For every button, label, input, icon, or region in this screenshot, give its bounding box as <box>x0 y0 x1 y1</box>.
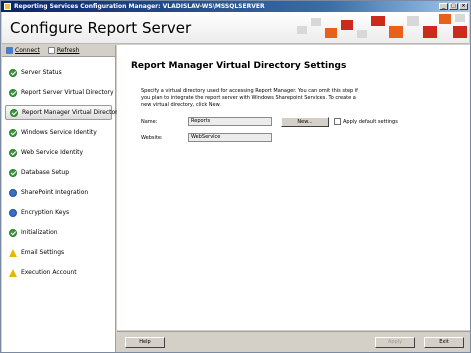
sidebar-item-label: Database Setup <box>21 169 69 176</box>
warning-icon <box>9 248 17 257</box>
sidebar-item-windows-service-identity[interactable]: Windows Service Identity <box>5 125 112 140</box>
sidebar-item-label: Initialization <box>21 229 58 236</box>
apply-button[interactable]: Apply <box>375 337 415 348</box>
section-description: Specify a virtual directory used for acc… <box>141 88 358 108</box>
new-button[interactable]: New... <box>281 117 329 127</box>
check-icon <box>9 68 17 77</box>
check-icon <box>9 128 17 137</box>
name-label: Name: <box>141 119 158 125</box>
content-panel: Report Manager Virtual Directory Setting… <box>117 45 470 330</box>
exit-button[interactable]: Exit <box>424 337 464 348</box>
sidebar-item-report-server-virtual-directory[interactable]: Report Server Virtual Directory <box>5 85 114 100</box>
website-field[interactable]: WebService <box>188 133 272 142</box>
sidebar-item-report-manager-virtual-directory[interactable]: Report Manager Virtual Directory <box>5 105 121 120</box>
refresh-button[interactable]: Refresh <box>47 47 80 54</box>
sidebar: Connect Refresh Server Status Report Ser… <box>2 45 121 352</box>
sidebar-item-label: SharePoint Integration <box>21 189 89 196</box>
apply-default-checkbox[interactable] <box>334 118 341 125</box>
sidebar-item-label: Report Server Virtual Directory <box>21 89 114 96</box>
app-window: Reporting Services Configuration Manager… <box>0 0 471 353</box>
app-icon <box>4 3 11 10</box>
check-icon <box>9 148 17 157</box>
sidebar-item-email-settings[interactable]: Email Settings <box>5 245 112 260</box>
sidebar-item-label: Server Status <box>21 69 62 76</box>
sidebar-item-label: Email Settings <box>21 249 65 256</box>
section-heading: Report Manager Virtual Directory Setting… <box>131 61 347 71</box>
window-title: Reporting Services Configuration Manager… <box>14 3 265 10</box>
sidebar-item-database-setup[interactable]: Database Setup <box>5 165 112 180</box>
connect-label: Connect <box>15 47 40 54</box>
refresh-icon <box>47 47 55 54</box>
check-icon <box>9 228 17 237</box>
sidebar-item-web-service-identity[interactable]: Web Service Identity <box>5 145 112 160</box>
info-icon <box>9 188 17 197</box>
website-label: Website: <box>141 135 163 141</box>
check-icon <box>9 88 17 97</box>
info-icon <box>9 208 17 217</box>
check-icon <box>10 108 18 117</box>
maximize-button[interactable]: □ <box>449 3 458 10</box>
sidebar-item-execution-account[interactable]: Execution Account <box>5 265 112 280</box>
refresh-label: Refresh <box>56 47 80 54</box>
warning-icon <box>9 268 17 277</box>
sidebar-item-server-status[interactable]: Server Status <box>5 65 112 80</box>
sidebar-item-sharepoint-integration[interactable]: SharePoint Integration <box>5 185 112 200</box>
page-title: Configure Report Server <box>10 19 192 37</box>
connect-icon <box>6 47 13 54</box>
footer-bar: Help Apply Exit <box>117 331 470 352</box>
nav-list: Server Status Report Server Virtual Dire… <box>2 57 121 280</box>
sidebar-item-label: Web Service Identity <box>21 149 84 156</box>
title-bar: Reporting Services Configuration Manager… <box>1 1 470 12</box>
header-banner: Configure Report Server <box>2 12 469 44</box>
sidebar-item-label: Encryption Keys <box>21 209 70 216</box>
help-button[interactable]: Help <box>125 337 165 348</box>
minimize-button[interactable]: _ <box>439 3 448 10</box>
check-icon <box>9 168 17 177</box>
sidebar-item-label: Report Manager Virtual Directory <box>22 109 122 116</box>
sidebar-item-initialization[interactable]: Initialization <box>5 225 112 240</box>
sidebar-item-label: Execution Account <box>21 269 77 276</box>
sidebar-item-label: Windows Service Identity <box>21 129 97 136</box>
close-button[interactable]: × <box>459 3 468 10</box>
connect-button[interactable]: Connect <box>6 47 40 54</box>
name-field[interactable]: Reports <box>188 117 272 126</box>
sidebar-toolbar: Connect Refresh <box>2 45 115 57</box>
sidebar-item-encryption-keys[interactable]: Encryption Keys <box>5 205 112 220</box>
apply-default-label: Apply default settings <box>343 119 398 125</box>
decorative-blocks <box>297 14 467 38</box>
